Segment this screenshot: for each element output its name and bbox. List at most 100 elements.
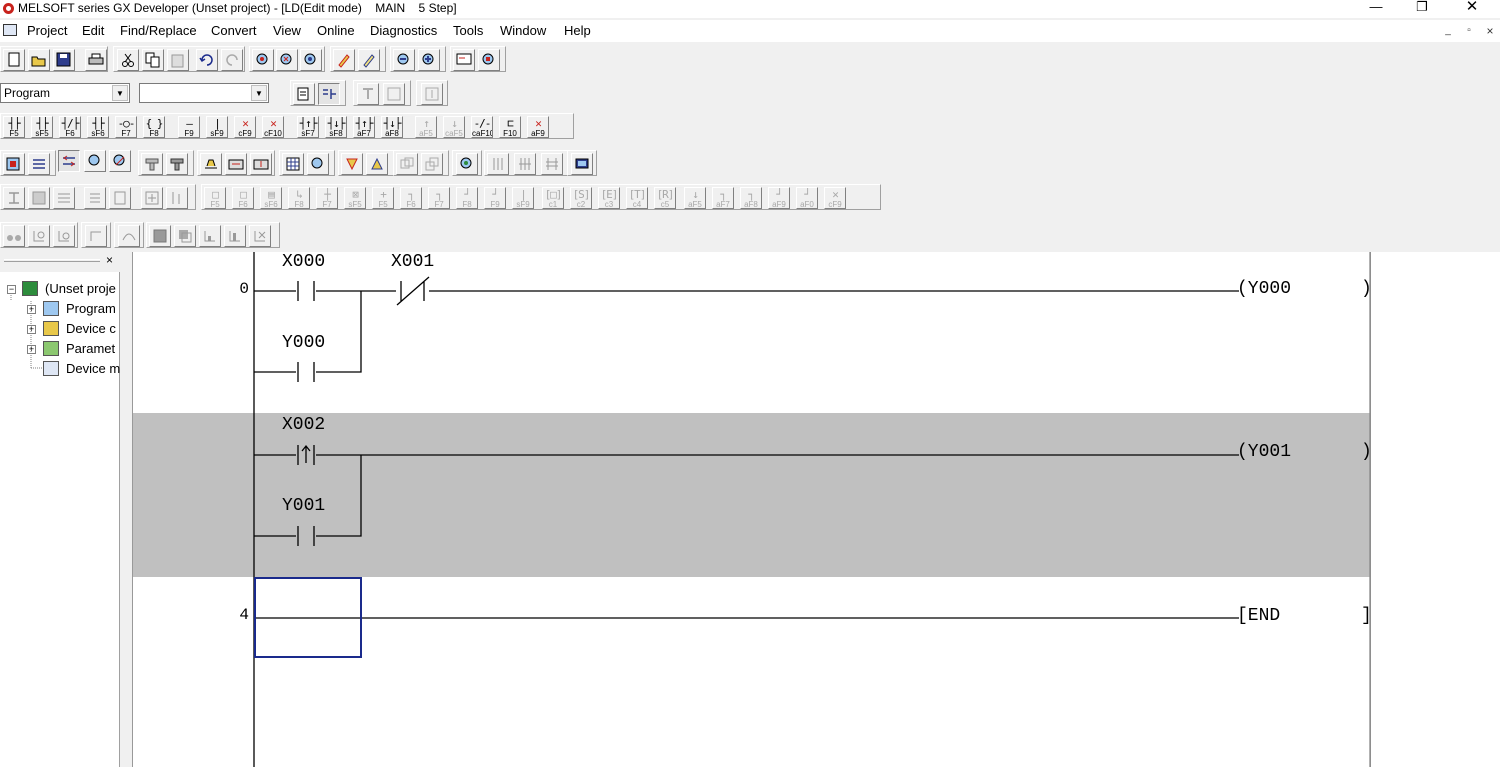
sfc-vline-button[interactable]: | sF9 [512, 187, 534, 209]
contact-label[interactable]: X001 [391, 252, 434, 272]
invert-button[interactable]: -/- caF10 [471, 116, 493, 138]
menu-edit[interactable]: Edit [82, 23, 104, 38]
sfc-end-button[interactable]: ⊠ sF5 [344, 187, 366, 209]
paste-icon[interactable] [167, 49, 189, 71]
sfc-macro-button[interactable]: ▤ sF6 [260, 187, 282, 209]
rising-pulse-button[interactable]: ┤↑├ sF7 [297, 116, 319, 138]
sfc-af5-button[interactable]: ↓ aF5 [684, 187, 706, 209]
contact-label[interactable]: Y001 [282, 496, 325, 516]
binoculars-icon[interactable] [3, 225, 25, 247]
sfc-initial-step-button[interactable]: □ F6 [232, 187, 254, 209]
sfc-block-no-icon[interactable] [109, 187, 131, 209]
open-file-button[interactable] [28, 49, 50, 71]
zoom-out-icon[interactable] [393, 49, 415, 71]
sfc-coupling-button[interactable]: ┘ F9 [484, 187, 506, 209]
falling-pulse-button[interactable]: ┤↓├ sF8 [325, 116, 347, 138]
end-instruction[interactable]: [END [1237, 606, 1280, 626]
sfc-step-no-icon[interactable] [84, 187, 106, 209]
contact-label[interactable]: Y000 [282, 333, 325, 353]
document-icon[interactable] [3, 24, 17, 36]
coil-button[interactable]: -○- F7 [115, 116, 137, 138]
batch-icon[interactable] [383, 83, 405, 105]
operation-rising-button[interactable]: ↑ aF5 [415, 116, 437, 138]
read-plc-icon[interactable] [225, 153, 247, 175]
delete-vertical-line-button[interactable]: ✕ cF10 [262, 116, 284, 138]
ladder-diagram[interactable]: 0 X000 X001 Y000 (Y000 ) X002 Y001 (Y001… [132, 252, 1372, 767]
open-branch-button[interactable]: ┤├ sF5 [31, 116, 53, 138]
close-button[interactable]: ✕ [1449, 0, 1495, 18]
restore-button[interactable]: ❐ [1399, 0, 1445, 18]
sfc-c5-button[interactable]: [R] c5 [654, 187, 676, 209]
delete-horizontal-line-button[interactable]: ✕ cF9 [234, 116, 256, 138]
read-forward-icon[interactable] [53, 225, 75, 247]
sfc-af9-button[interactable]: ┘ aF9 [768, 187, 790, 209]
label-icon[interactable] [118, 225, 140, 247]
write-plc-icon[interactable] [250, 153, 272, 175]
operation-falling-button[interactable]: ↓ caF5 [443, 116, 465, 138]
find-instruction-icon[interactable] [276, 49, 298, 71]
sfc-transition-button[interactable]: ┼ F7 [316, 187, 338, 209]
undo-icon[interactable] [196, 49, 218, 71]
sfc-par-branch-button[interactable]: ┘ F8 [456, 187, 478, 209]
sfc-c2-button[interactable]: [S] c2 [570, 187, 592, 209]
menu-convert[interactable]: Convert [211, 23, 257, 38]
read-mode-icon[interactable] [421, 83, 443, 105]
line-delete-button[interactable]: ✕ aF9 [527, 116, 549, 138]
edit-cursor[interactable] [254, 577, 362, 658]
menu-help[interactable]: Help [564, 23, 591, 38]
bar-low-icon[interactable] [199, 225, 221, 247]
zoom-in-icon[interactable] [418, 49, 440, 71]
menu-window[interactable]: Window [500, 23, 546, 38]
step-stop-icon[interactable] [366, 153, 388, 175]
save-button[interactable] [53, 49, 75, 71]
mdi-restore-button[interactable]: ▫ [1461, 25, 1477, 39]
sfc-jump-icon[interactable] [541, 153, 563, 175]
coil-label[interactable]: (Y001 [1237, 442, 1291, 462]
window-cascade-icon[interactable] [421, 153, 443, 175]
new-file-button[interactable] [3, 49, 25, 71]
instruction-list-icon[interactable] [28, 153, 50, 175]
bar-delete-icon[interactable] [249, 225, 271, 247]
find-device-icon[interactable] [252, 49, 274, 71]
search-ladder-icon[interactable] [84, 150, 106, 172]
copy-icon[interactable] [142, 49, 164, 71]
sfc-jump-button[interactable]: ↳ F8 [288, 187, 310, 209]
sfc-af8-button[interactable]: ┐ aF8 [740, 187, 762, 209]
step-run-icon[interactable] [341, 153, 363, 175]
horizontal-line-button[interactable]: — F9 [178, 116, 200, 138]
minimize-button[interactable]: — [1353, 0, 1399, 18]
sfc-af0-button[interactable]: ┘ aF0 [796, 187, 818, 209]
closed-branch-button[interactable]: ┤├ sF6 [87, 116, 109, 138]
sfc-cf9-button[interactable]: ✕ cF9 [824, 187, 846, 209]
rising-branch-button[interactable]: ┤↑├ aF7 [353, 116, 375, 138]
program-list-icon[interactable] [3, 153, 25, 175]
print-button[interactable] [85, 49, 107, 71]
sfc-transition-icon[interactable] [514, 153, 536, 175]
list-view-icon[interactable] [318, 83, 340, 105]
falling-branch-button[interactable]: ┤↓├ aF8 [381, 116, 403, 138]
find-step-icon[interactable] [300, 49, 322, 71]
sfc-branch-button[interactable]: ┐ F6 [400, 187, 422, 209]
bar-high-icon[interactable] [224, 225, 246, 247]
line-write-button[interactable]: ⊏ F10 [499, 116, 521, 138]
screen-icon[interactable] [571, 153, 593, 175]
vertical-line-button[interactable]: | sF9 [206, 116, 228, 138]
comment-edit-icon[interactable] [333, 49, 355, 71]
sfc-step-button[interactable]: □ F5 [204, 187, 226, 209]
mdi-minimize-button[interactable]: _ [1440, 25, 1456, 39]
sfc-sel-branch-button[interactable]: ┐ F7 [428, 187, 450, 209]
note-icon[interactable] [85, 225, 107, 247]
sfc-step-icon[interactable] [487, 153, 509, 175]
sfc-c1-button[interactable]: [□] c1 [542, 187, 564, 209]
application-instruction-button[interactable]: { } F8 [143, 116, 165, 138]
entry-monitor-icon[interactable] [478, 49, 500, 71]
sfc-all-icon[interactable] [166, 187, 188, 209]
counter-icon[interactable] [166, 153, 188, 175]
table-copy-icon[interactable] [174, 225, 196, 247]
menu-project[interactable]: Project [27, 23, 67, 38]
transfer-icon[interactable] [200, 153, 222, 175]
menu-diagnostics[interactable]: Diagnostics [370, 23, 437, 38]
contact-label[interactable]: X002 [282, 415, 325, 435]
data-type-select[interactable]: Program ▼ [0, 83, 130, 103]
timer-icon[interactable] [141, 153, 163, 175]
